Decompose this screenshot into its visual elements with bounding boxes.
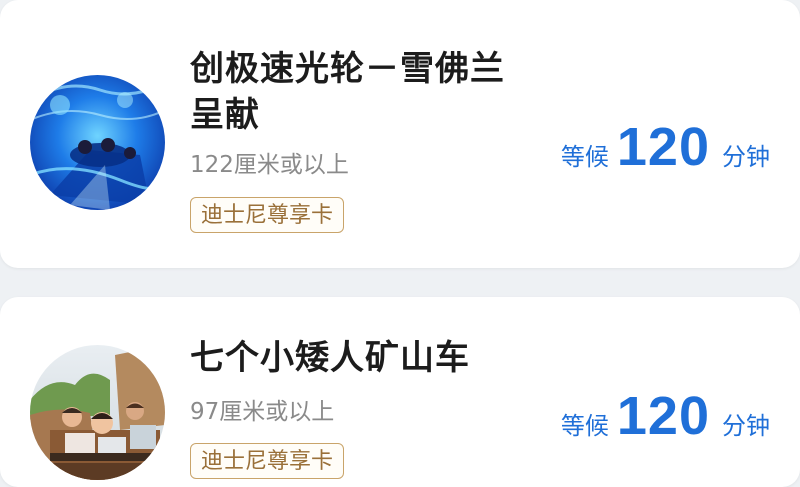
wait-value: 120 — [616, 386, 710, 446]
attraction-card[interactable]: 七个小矮人矿山车 97厘米或以上 迪士尼尊享卡 等候 120 分钟 — [0, 297, 800, 487]
wait-time: 等候 120 分钟 — [561, 385, 770, 447]
wait-unit: 分钟 — [722, 143, 770, 171]
premier-access-badge[interactable]: 迪士尼尊享卡 — [190, 197, 345, 233]
wait-label: 等候 — [560, 412, 609, 440]
wait-value: 120 — [616, 117, 710, 177]
mine-train-ride-photo-icon — [30, 345, 165, 480]
wait-time: 等候 120 分钟 — [561, 116, 770, 178]
attraction-title: 七个小矮人矿山车 — [190, 338, 470, 378]
height-requirement: 122厘米或以上 — [190, 152, 349, 178]
premier-access-badge[interactable]: 迪士尼尊享卡 — [190, 443, 345, 479]
height-requirement: 97厘米或以上 — [190, 399, 335, 425]
attraction-title: 创极速光轮－雪佛兰呈献 — [190, 49, 505, 135]
tron-ride-photo-icon — [30, 75, 165, 210]
wait-unit: 分钟 — [722, 412, 770, 440]
attraction-card[interactable]: 创极速光轮－雪佛兰呈献 122厘米或以上 迪士尼尊享卡 等候 120 分钟 — [0, 0, 800, 268]
wait-label: 等候 — [560, 143, 609, 171]
